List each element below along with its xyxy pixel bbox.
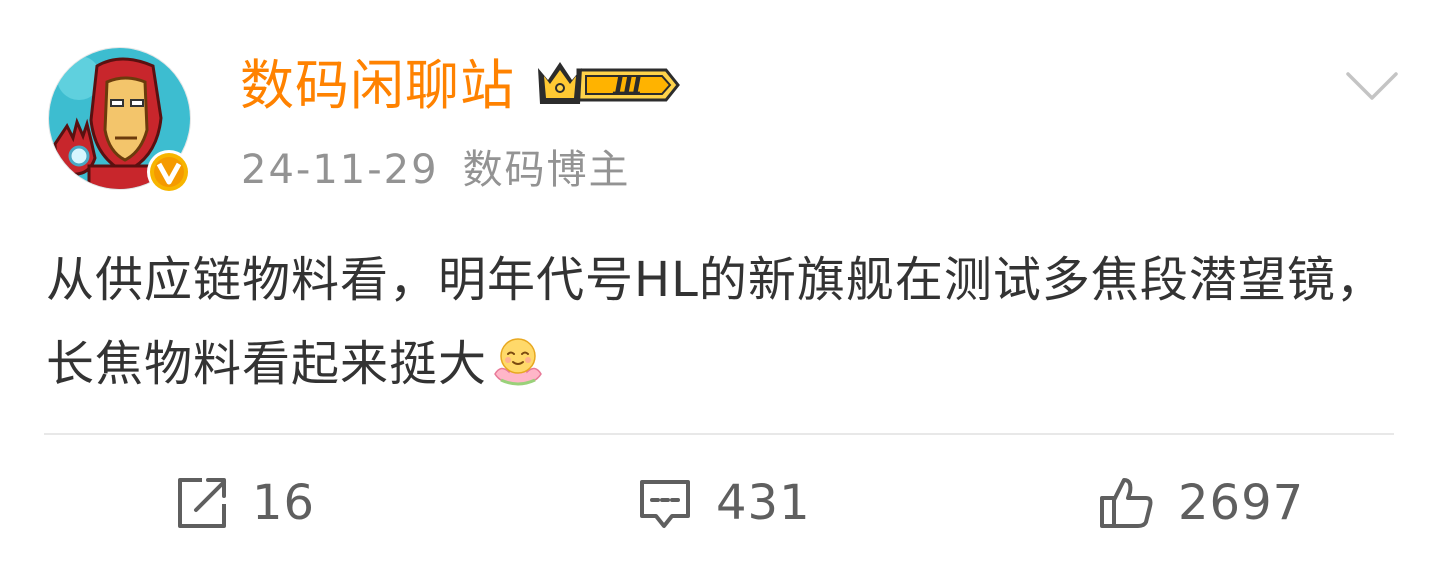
- divider: [44, 433, 1394, 435]
- like-button[interactable]: 2697: [1098, 468, 1304, 538]
- weibo-post-card: 数码闲聊站 Ⅲ 24-11-29 数码博主 从供应链物料看，明年代号HL的新旗舰在…: [0, 0, 1438, 567]
- lotus-smile-emoji-icon: [494, 338, 542, 386]
- author-tag: 数码博主: [462, 147, 631, 193]
- repost-icon: [178, 478, 226, 528]
- repost-count: 16: [252, 475, 316, 531]
- comment-icon: [640, 480, 690, 528]
- author-name[interactable]: 数码闲聊站: [240, 50, 515, 122]
- repost-button[interactable]: 16: [172, 468, 315, 538]
- comment-button[interactable]: 431: [636, 468, 811, 538]
- verified-badge-icon: [147, 150, 191, 194]
- like-count: 2697: [1178, 475, 1305, 531]
- chevron-down-icon[interactable]: [1344, 66, 1400, 106]
- svg-text:Ⅲ: Ⅲ: [612, 70, 643, 99]
- post-text: 从供应链物料看，明年代号HL的新旗舰在测试多焦段潜望镜，长焦物料看起来挺大: [46, 252, 1385, 392]
- post-meta: 24-11-29 数码博主: [241, 142, 631, 198]
- post-date: 24-11-29: [241, 147, 439, 193]
- member-level-badge-icon[interactable]: Ⅲ: [534, 58, 680, 112]
- comment-count: 431: [716, 475, 811, 531]
- thumbs-up-icon: [1100, 478, 1153, 528]
- post-content: 从供应链物料看，明年代号HL的新旗舰在测试多焦段潜望镜，长焦物料看起来挺大: [46, 238, 1398, 406]
